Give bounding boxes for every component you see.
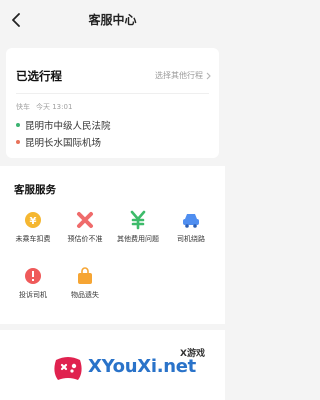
service-label: 投诉司机 — [19, 291, 47, 299]
service-label: 未乘车扣费 — [15, 235, 51, 243]
choose-other-trip-label: 选择其他行程 — [155, 71, 203, 80]
end-dot-icon — [16, 140, 20, 144]
trip-heading: 已选行程 — [16, 69, 62, 83]
car-icon — [183, 214, 199, 228]
service-driver-detour[interactable]: 司机绕路 — [165, 210, 217, 244]
choose-other-trip-link[interactable]: 选择其他行程 — [155, 70, 211, 81]
service-label: 物品遗失 — [71, 291, 99, 299]
service-estimate-wrong[interactable]: 预估价不准 — [59, 210, 111, 244]
bag-icon — [78, 267, 92, 284]
navbar: 客服中心 — [0, 0, 225, 40]
coin-icon: ¥ — [25, 212, 41, 228]
service-lost-items[interactable]: 物品遗失 — [59, 266, 111, 300]
watermark-text: XYouXi.net — [88, 356, 196, 377]
service-label: 预估价不准 — [67, 235, 103, 243]
service-section: 客服服务 ¥ 未乘车扣费 预估价不准 其他费用问题 司机绕路 投诉司机 物品遗失 — [0, 166, 225, 324]
service-other-fees[interactable]: 其他费用问题 — [112, 210, 164, 244]
service-heading: 客服服务 — [14, 184, 56, 196]
chevron-right-icon — [206, 72, 211, 79]
trip-time: 今天 13:01 — [36, 103, 73, 111]
end-address-text: 昆明长水国际机场 — [25, 138, 102, 149]
start-address-text: 昆明市中级人民法院 — [25, 121, 111, 132]
divider — [16, 93, 209, 94]
yen-icon — [130, 210, 146, 230]
service-label: 司机绕路 — [177, 235, 205, 243]
svg-text:¥: ¥ — [30, 216, 37, 227]
end-address: 昆明长水国际机场 — [16, 135, 101, 149]
ride-type: 快车 — [16, 103, 30, 111]
page-title: 客服中心 — [88, 13, 137, 27]
start-dot-icon — [16, 123, 20, 127]
service-no-ride-charge[interactable]: ¥ 未乘车扣费 — [7, 210, 59, 244]
cross-icon — [77, 212, 93, 228]
service-label: 其他费用问题 — [117, 235, 159, 243]
trip-meta: 快车 今天 13:01 — [16, 102, 72, 112]
complaint-icon — [25, 268, 41, 284]
start-address: 昆明市中级人民法院 — [16, 118, 111, 132]
selected-trip-card: 已选行程 选择其他行程 快车 今天 13:01 昆明市中级人民法院 昆明长水国际… — [6, 48, 219, 158]
service-complain-driver[interactable]: 投诉司机 — [7, 266, 59, 300]
watermark-logo-icon — [54, 357, 82, 380]
